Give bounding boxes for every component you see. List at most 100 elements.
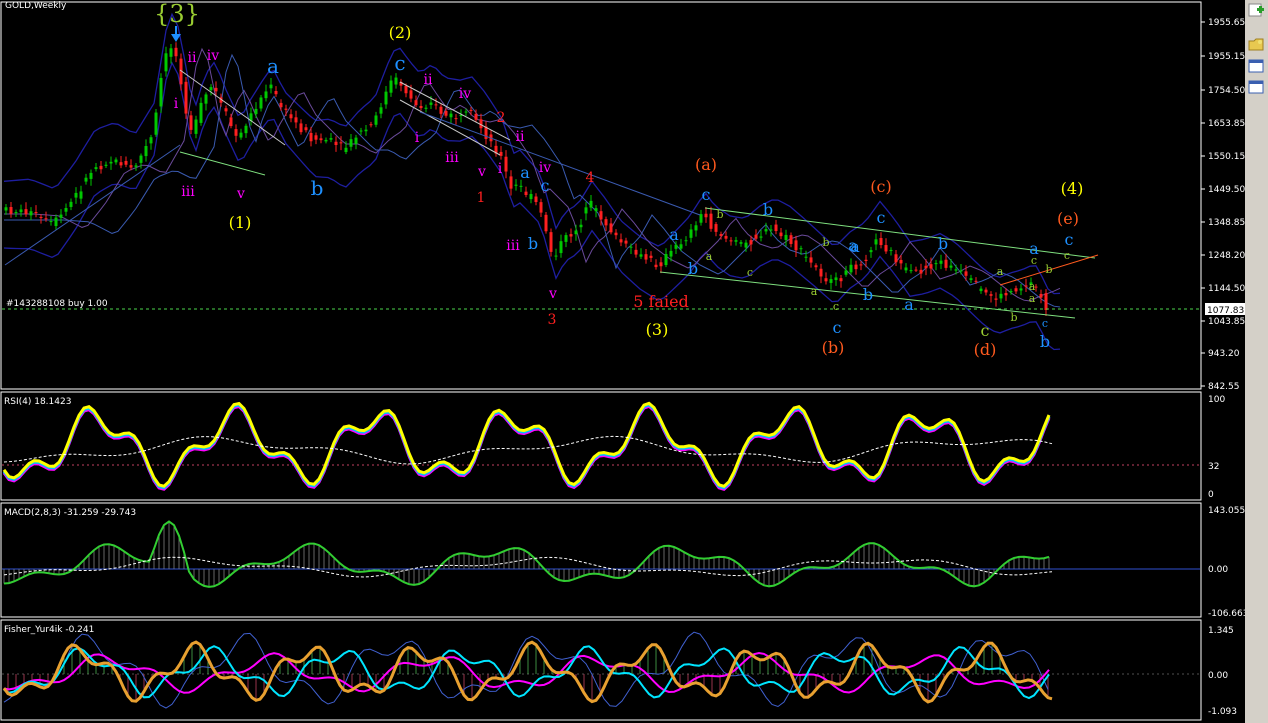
wave-label: a xyxy=(520,163,530,182)
candle-body xyxy=(1004,293,1008,296)
candle-body xyxy=(939,260,943,264)
candle-body xyxy=(319,138,323,141)
candle-body xyxy=(544,214,548,232)
candle-body xyxy=(789,235,793,244)
candle-body xyxy=(969,278,973,281)
wave-label: (4) xyxy=(1061,179,1084,198)
candle-body xyxy=(569,234,573,237)
candle-body xyxy=(734,240,738,242)
candle-body xyxy=(659,262,663,267)
candle-body xyxy=(909,270,913,272)
candle-body xyxy=(134,165,138,167)
current-price-tag: 1077.83 xyxy=(1205,303,1245,316)
candle-body xyxy=(594,208,598,212)
wave-label: a xyxy=(1029,292,1036,305)
candle-body xyxy=(299,123,303,133)
candle-body xyxy=(954,269,958,271)
wave-label: (3) xyxy=(646,320,669,339)
price-axis-label: 1955.15 xyxy=(1208,52,1245,62)
candle-body xyxy=(574,230,578,235)
macd-panel[interactable]: MACD(2,8,3) -31.259 -29.743 143.055 0.00 -… xyxy=(0,502,1245,619)
wave-label: i xyxy=(498,161,503,177)
fisher-panel[interactable]: Fisher_Yur4ik -0.241 1.345 0.00 -1.093 xyxy=(0,619,1237,721)
candle-body xyxy=(159,77,163,107)
window-icon[interactable] xyxy=(1248,79,1265,96)
candle-body xyxy=(474,113,478,120)
price-axis-label: 1144.50 xyxy=(1208,284,1245,294)
wave-label: (a) xyxy=(695,155,717,174)
candle-body xyxy=(424,107,428,109)
candle-body xyxy=(404,85,408,94)
wave-label: i xyxy=(174,96,179,112)
candle-body xyxy=(434,104,438,106)
candle-body xyxy=(109,161,113,164)
candle-body xyxy=(849,264,853,273)
candle-body xyxy=(224,108,228,112)
candle-body xyxy=(429,102,433,105)
candle-body xyxy=(284,108,288,110)
candle-body xyxy=(344,147,348,153)
candle-body xyxy=(844,270,848,275)
candle-body xyxy=(74,192,78,198)
price-axis-label: 1043.85 xyxy=(1208,317,1245,327)
candle-body xyxy=(919,269,923,274)
candle-body xyxy=(289,114,293,119)
wave-label: ii xyxy=(424,72,433,88)
candle-body xyxy=(749,240,753,245)
rsi-panel[interactable]: RSI(4) 18.1423 100 32 0 xyxy=(0,391,1225,501)
candle-body xyxy=(379,107,383,114)
candle-body xyxy=(779,232,783,237)
candle-body xyxy=(99,165,103,170)
add-icon[interactable] xyxy=(1248,3,1265,20)
wave-label: a xyxy=(267,54,279,78)
candle-body xyxy=(959,270,963,272)
candle-body xyxy=(599,211,603,220)
rsi-axis-label: 0 xyxy=(1208,490,1214,500)
candle-body xyxy=(699,214,703,223)
candle-body xyxy=(714,224,718,232)
window-icon[interactable] xyxy=(1248,58,1265,75)
wave-label: a xyxy=(811,285,818,298)
candle-body xyxy=(859,264,863,266)
macd-axis-label: 0.00 xyxy=(1208,565,1228,575)
candle-body xyxy=(339,142,343,144)
price-axis-label: 842.55 xyxy=(1208,382,1240,392)
candle-body xyxy=(169,48,173,57)
candle-body xyxy=(979,288,983,292)
candle-body xyxy=(234,129,238,136)
wave-label: 1 xyxy=(477,190,486,206)
wave-label: a xyxy=(997,265,1004,278)
candle-body xyxy=(999,293,1003,299)
candle-body xyxy=(24,209,28,215)
wave-label: 3 xyxy=(548,312,557,328)
wave-label: b xyxy=(716,208,723,221)
candle-body xyxy=(119,162,123,166)
candle-body xyxy=(774,224,778,232)
wave-label: iv xyxy=(539,160,551,176)
candle-body xyxy=(924,265,928,269)
rsi-panel-title: RSI(4) 18.1423 xyxy=(4,397,71,407)
candle-body xyxy=(229,117,233,127)
candle-body xyxy=(79,191,83,199)
candle-body xyxy=(794,240,798,251)
candle-body xyxy=(354,137,358,144)
wave-label: b xyxy=(311,176,324,200)
chart-canvas[interactable]: GOLD,Weekly #143288108 buy 1.00 {3} (2) (1… xyxy=(0,0,1245,723)
candle-body xyxy=(814,265,818,268)
candle-body xyxy=(819,268,823,277)
candle-body xyxy=(679,244,683,249)
candle-body xyxy=(929,264,933,269)
wave-label: c xyxy=(1064,249,1070,262)
wave-label: iv xyxy=(459,86,471,102)
candle-body xyxy=(759,236,763,238)
candle-body xyxy=(914,269,918,271)
candle-body xyxy=(904,267,908,271)
candle-body xyxy=(564,235,568,242)
candle-body xyxy=(124,160,128,165)
candle-body xyxy=(439,106,443,114)
rsi-axis-label: 100 xyxy=(1208,395,1225,405)
folder-icon[interactable] xyxy=(1248,36,1265,53)
candle-body xyxy=(214,87,218,92)
candle-body xyxy=(164,53,168,72)
candle-body xyxy=(324,139,328,142)
